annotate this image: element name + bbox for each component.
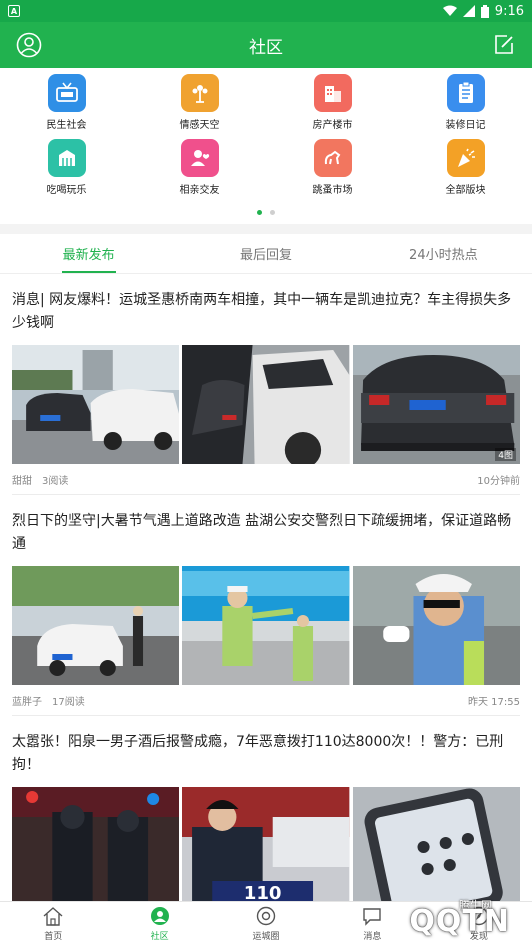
post-author[interactable]: 蓝胖子	[12, 693, 42, 708]
post-image[interactable]	[352, 566, 520, 685]
flower-icon	[180, 74, 219, 112]
tv-icon	[47, 74, 86, 112]
building-icon	[313, 74, 352, 112]
pager-dot-active[interactable]	[257, 209, 262, 215]
post-image[interactable]	[182, 566, 350, 685]
post-meta: 蓝胖子 17阅读 昨天 17:55	[12, 693, 520, 708]
tab-24h-hot[interactable]: 24小时热点	[355, 234, 532, 273]
nav-label: 首页	[44, 932, 63, 942]
nav-label: 运城圈	[252, 932, 280, 942]
post-image[interactable]	[12, 345, 180, 464]
heart-user-icon	[180, 139, 219, 177]
post-images: 110	[12, 787, 520, 906]
post-images	[12, 566, 520, 685]
nav-yunchengquan[interactable]: 运城圈	[213, 902, 319, 946]
category-zhuangxiu[interactable]: 装修日记	[399, 74, 532, 139]
party-popper-icon	[446, 139, 485, 177]
post-author[interactable]: 甜甜	[12, 472, 32, 487]
category-quanbu[interactable]: 全部版块	[399, 139, 532, 204]
shopping-bag-icon	[47, 139, 86, 177]
post-read-count: 17阅读	[52, 696, 85, 708]
category-label: 相亲交友	[179, 185, 220, 196]
nav-label: 社区	[150, 932, 169, 942]
bottom-navigation: 首页 社区 运城圈 消息 发现	[0, 901, 532, 946]
app-notification-icon: A	[8, 5, 20, 17]
section-divider	[0, 224, 532, 234]
community-icon	[150, 907, 169, 925]
post-item[interactable]: 消息| 网友爆料！运城圣惠桥南两车相撞，其中一辆车是凯迪拉克？车主得损失多少钱啊	[12, 274, 520, 495]
post-image[interactable]	[182, 345, 350, 464]
category-grid: 民生社会 情感天空 房产楼市 装修日记 吃喝玩乐 相亲交友 跳蚤市场 全部版块	[0, 68, 532, 204]
post-title[interactable]: 消息| 网友爆料！运城圣惠桥南两车相撞，其中一辆车是凯迪拉克？车主得损失多少钱啊	[12, 289, 520, 335]
nav-messages[interactable]: 消息	[319, 902, 425, 946]
compose-post-icon[interactable]	[492, 33, 516, 57]
category-tiaozao[interactable]: 跳蚤市场	[266, 139, 399, 204]
post-title[interactable]: 太嚣张！阳泉一男子酒后报警成瘾，7年恶意拨打110达8000次！！警方：已刑拘！	[12, 731, 520, 777]
status-time: 9:16	[494, 3, 524, 19]
nav-home[interactable]: 首页	[0, 902, 106, 946]
post-feed: 消息| 网友爆料！运城圣惠桥南两车相撞，其中一辆车是凯迪拉克？车主得损失多少钱啊	[0, 274, 532, 914]
post-image[interactable]	[12, 787, 180, 906]
post-title[interactable]: 烈日下的坚守|大暑节气遇上道路改造 盐湖公安交警烈日下疏缓拥堵，保证道路畅通	[12, 510, 520, 556]
carousel-pager	[0, 206, 532, 218]
category-label: 吃喝玩乐	[46, 185, 87, 196]
nav-discover[interactable]: 发现	[426, 902, 532, 946]
feed-tabs: 最新发布 最后回复 24小时热点	[0, 234, 532, 274]
post-item[interactable]: 太嚣张！阳泉一男子酒后报警成瘾，7年恶意拨打110达8000次！！警方：已刑拘！	[12, 716, 520, 914]
category-fangchan[interactable]: 房产楼市	[266, 74, 399, 139]
page-title: 社区	[249, 37, 283, 58]
category-chihe[interactable]: 吃喝玩乐	[0, 139, 133, 204]
notebook-icon	[446, 74, 485, 112]
category-xiangqin[interactable]: 相亲交友	[133, 139, 266, 204]
nav-community[interactable]: 社区	[106, 902, 212, 946]
category-label: 情感天空	[179, 120, 220, 131]
post-image[interactable]	[12, 566, 180, 685]
post-image[interactable]: 4图	[352, 345, 520, 464]
post-image[interactable]	[352, 787, 520, 906]
signal-icon	[462, 5, 475, 17]
status-bar: A 9:16	[0, 0, 532, 22]
post-item[interactable]: 烈日下的坚守|大暑节气遇上道路改造 盐湖公安交警烈日下疏缓拥堵，保证道路畅通 蓝…	[12, 495, 520, 716]
home-icon	[43, 907, 63, 926]
post-time: 昨天 17:55	[468, 696, 520, 708]
category-label: 民生社会	[46, 120, 87, 131]
message-icon	[363, 908, 382, 926]
category-label: 全部版块	[445, 185, 486, 196]
post-image[interactable]: 110	[182, 787, 350, 906]
tab-latest[interactable]: 最新发布	[0, 234, 177, 273]
app-header: 社区	[0, 22, 532, 68]
nav-label: 消息	[363, 932, 382, 942]
category-minsheng[interactable]: 民生社会	[0, 74, 133, 139]
post-read-count: 3阅读	[42, 475, 69, 487]
pager-dot[interactable]	[270, 209, 275, 215]
category-label: 跳蚤市场	[312, 185, 353, 196]
post-images: 4图	[12, 345, 520, 464]
user-profile-icon[interactable]	[16, 32, 42, 58]
image-count-badge: 4图	[495, 448, 516, 461]
post-time: 10分钟前	[477, 475, 520, 487]
category-label: 装修日记	[445, 120, 486, 131]
category-qinggan[interactable]: 情感天空	[133, 74, 266, 139]
wifi-icon	[442, 5, 457, 16]
flea-icon	[313, 139, 352, 177]
camera-circle-icon	[256, 906, 276, 926]
tab-last-reply[interactable]: 最后回复	[177, 234, 354, 273]
battery-icon	[480, 4, 489, 18]
post-meta: 甜甜 3阅读 10分钟前	[12, 472, 520, 487]
category-label: 房产楼市	[312, 120, 353, 131]
nav-label: 发现	[469, 932, 488, 942]
discover-icon	[469, 906, 489, 926]
